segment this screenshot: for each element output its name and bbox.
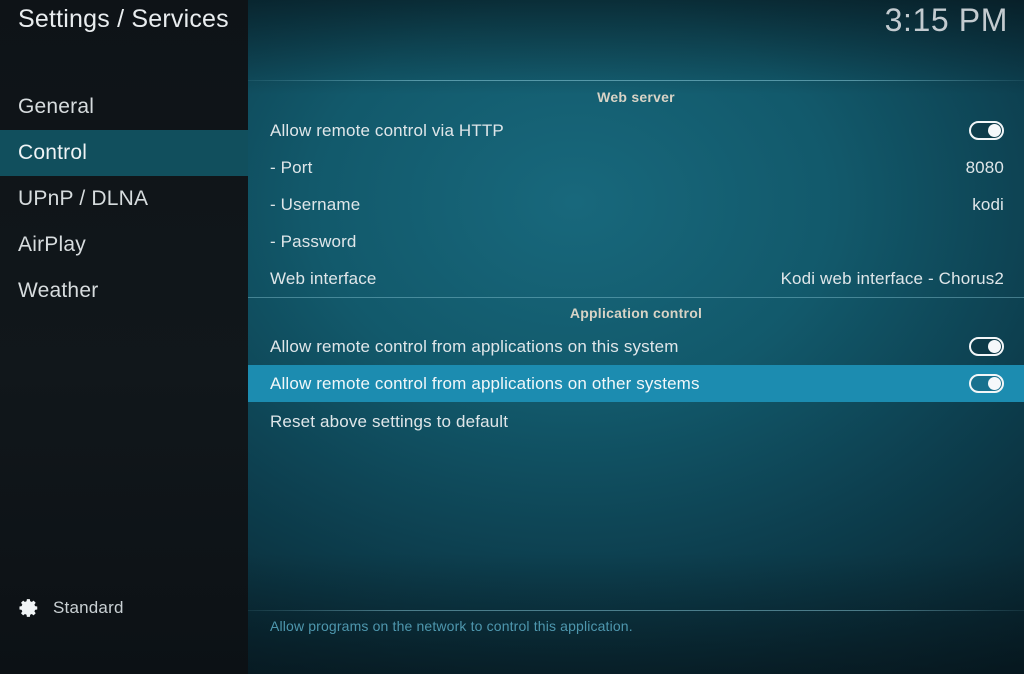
clock: 3:15 PM — [884, 2, 1008, 38]
sidebar-item-label: Control — [18, 141, 88, 164]
kodi-settings-window: 3:15 PM Settings / Services General Cont… — [0, 0, 1024, 674]
setting-row-allow-remote-other-systems[interactable]: Allow remote control from applications o… — [248, 365, 1024, 402]
toggle-allow-remote-other-systems[interactable] — [969, 374, 1004, 393]
setting-label: Allow remote control via HTTP — [270, 120, 504, 140]
sidebar-item-airplay[interactable]: AirPlay — [0, 222, 248, 268]
setting-label: Allow remote control from applications o… — [270, 373, 700, 393]
setting-label: - Password — [270, 231, 357, 251]
section-header-web-server: Web server — [597, 88, 675, 105]
setting-label: Allow remote control from applications o… — [270, 336, 679, 356]
toggle-knob — [988, 340, 1001, 353]
sidebar-item-control[interactable]: Control — [0, 130, 248, 176]
setting-label: Reset above settings to default — [270, 411, 509, 431]
sidebar: Settings / Services General Control UPnP… — [0, 0, 248, 674]
sidebar-item-label: General — [18, 95, 95, 118]
setting-row-allow-remote-this-system[interactable]: Allow remote control from applications o… — [248, 328, 1024, 365]
setting-row-password[interactable]: - Password — [248, 223, 1024, 260]
setting-row-username[interactable]: - Username kodi — [248, 186, 1024, 223]
toggle-knob — [988, 124, 1001, 137]
toggle-knob — [988, 377, 1001, 390]
sidebar-item-upnp-dlna[interactable]: UPnP / DLNA — [0, 176, 248, 222]
section-header-application-control: Application control — [248, 297, 1024, 328]
setting-value-username: kodi — [972, 194, 1004, 214]
toggle-allow-remote-this-system[interactable] — [969, 337, 1004, 356]
setting-value-port: 8080 — [965, 157, 1004, 177]
sidebar-nav: General Control UPnP / DLNA AirPlay Weat… — [0, 84, 248, 314]
settings-list: Web server Allow remote control via HTTP… — [248, 81, 1024, 440]
page-title: Settings / Services — [18, 5, 229, 33]
settings-level-button[interactable]: Standard — [18, 597, 124, 619]
sidebar-item-weather[interactable]: Weather — [0, 268, 248, 314]
help-text: Allow programs on the network to control… — [270, 618, 633, 634]
setting-row-reset-defaults[interactable]: Reset above settings to default — [248, 403, 1024, 440]
setting-row-allow-remote-control-http[interactable]: Allow remote control via HTTP — [248, 112, 1024, 149]
sidebar-item-general[interactable]: General — [0, 84, 248, 130]
gear-icon — [19, 599, 38, 617]
sidebar-item-label: AirPlay — [18, 233, 86, 256]
setting-label: - Username — [270, 194, 361, 214]
settings-content: Web server Allow remote control via HTTP… — [248, 0, 1024, 674]
setting-label: Web interface — [270, 268, 377, 288]
setting-row-web-interface[interactable]: Web interface Kodi web interface - Choru… — [248, 260, 1024, 297]
settings-level-label: Standard — [53, 598, 124, 617]
sidebar-item-label: UPnP / DLNA — [18, 187, 149, 210]
setting-label: - Port — [270, 157, 313, 177]
toggle-allow-remote-control-http[interactable] — [969, 121, 1004, 140]
setting-row-port[interactable]: - Port 8080 — [248, 149, 1024, 186]
setting-value-web-interface: Kodi web interface - Chorus2 — [780, 268, 1004, 288]
help-divider — [248, 610, 1024, 611]
sidebar-item-label: Weather — [18, 279, 99, 302]
